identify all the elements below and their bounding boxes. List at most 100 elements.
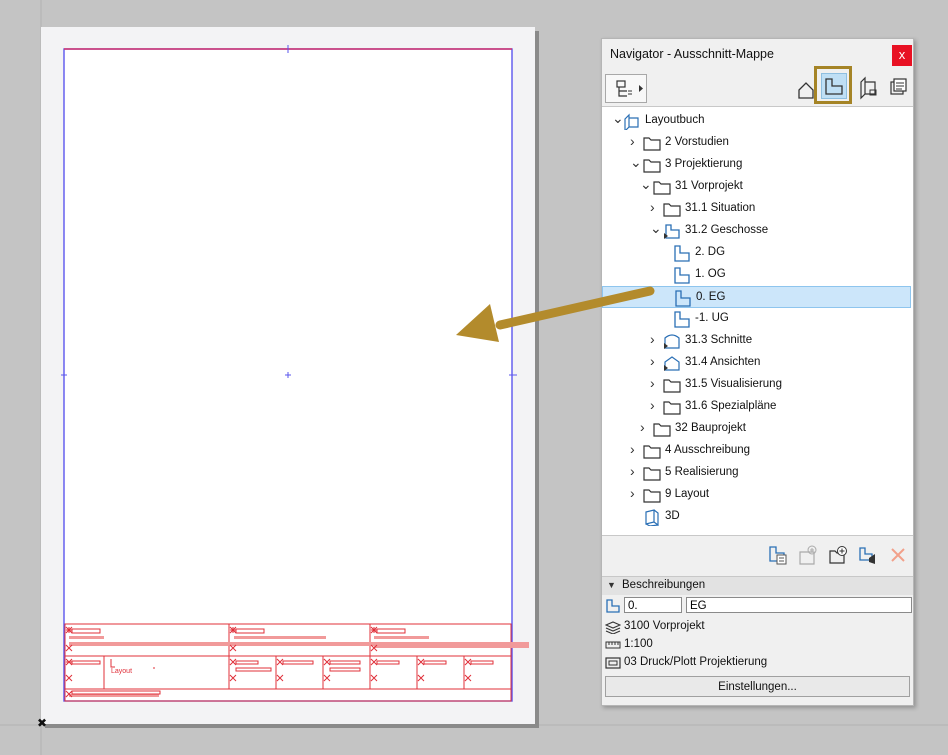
tree-item[interactable]: › 31.5 Visualisierung [602, 374, 911, 396]
tree-item[interactable]: -1. UG [602, 308, 911, 330]
tree-item-label: Layoutbuch [645, 114, 705, 126]
tree-item[interactable]: ⌄ 3 Projektierung [602, 154, 911, 176]
tree-item[interactable]: › 32 Bauprojekt [602, 418, 911, 440]
tree-item-label: 9 Layout [665, 488, 710, 500]
settings-button[interactable]: Einstellungen... [605, 676, 910, 697]
close-button[interactable]: x [892, 45, 912, 66]
navigator-tree[interactable]: ⌄ Layoutbuch › 2 Vorstudien ⌄ 3 Projektierung… [602, 106, 913, 536]
tree-item[interactable]: 2. DG [602, 242, 911, 264]
tree-item-label: 31.4 Ansichten [685, 356, 761, 368]
tree-item-label: 31.6 Spezialpläne [685, 400, 777, 412]
folder-icon [643, 489, 661, 503]
scale-value: 1:100 [624, 638, 653, 650]
new-folder-icon[interactable] [827, 544, 849, 566]
tree-item[interactable]: ⌄ 31.2 Geschosse [602, 220, 911, 242]
folder-icon [643, 445, 661, 459]
navigator-palette[interactable]: Navigator - Ausschnitt-Mappe x ⌄ Layoutb… [601, 38, 914, 706]
floorplan-icon [674, 311, 690, 328]
tree-item-label: 1. OG [695, 268, 726, 280]
tree-item[interactable]: › 31.3 Schnitte [602, 330, 911, 352]
floorplan-icon [675, 290, 691, 307]
tree-item[interactable]: › 31.1 Situation [602, 198, 911, 220]
folder-icon [643, 467, 661, 481]
tree-item[interactable]: ⌄ Layoutbuch [602, 110, 911, 132]
origin-marker: ✖ [37, 716, 48, 730]
layout-book-icon [624, 113, 639, 130]
delete-icon[interactable] [887, 544, 909, 566]
tree-item[interactable]: 0. EG [602, 286, 911, 308]
chevron-right-icon[interactable]: › [640, 419, 652, 435]
tree-item-label: -1. UG [695, 312, 729, 324]
layout-book-icon[interactable] [855, 74, 883, 102]
tree-item-label: 3D [665, 510, 680, 522]
new-view-icon[interactable] [767, 544, 789, 566]
tree-item-label: 32 Bauprojekt [675, 422, 746, 434]
tree-item[interactable]: ⌄ 31 Vorprojekt [602, 176, 911, 198]
tree-item[interactable]: 3D [602, 506, 911, 528]
view-name-field[interactable]: EG [686, 597, 912, 613]
view-id-name-row: 0. EG [602, 596, 913, 616]
chevron-down-icon[interactable]: ⌄ [630, 154, 642, 170]
chevron-right-icon[interactable]: › [650, 353, 662, 369]
chevron-right-icon[interactable]: › [630, 133, 642, 149]
navigator-toolbar [602, 66, 913, 105]
tree-item-label: 2 Vorstudien [665, 136, 729, 148]
chevron-right-icon[interactable]: › [650, 397, 662, 413]
view-id-field[interactable]: 0. [624, 597, 682, 613]
tree-item[interactable]: 1. OG [602, 264, 911, 286]
tree-item-label: 31.5 Visualisierung [685, 378, 782, 390]
stamp-label: Layout [111, 668, 132, 675]
pen-set-icon [605, 657, 621, 669]
chevron-right-icon[interactable]: › [630, 485, 642, 501]
tree-item-label: 4 Ausschreibung [665, 444, 751, 456]
tree-item[interactable]: › 31.6 Spezialpläne [602, 396, 911, 418]
chevron-right-icon[interactable]: › [650, 199, 662, 215]
folder-icon [663, 379, 681, 393]
description-header-label: Beschreibungen [622, 579, 706, 591]
pen-set-value: 03 Druck/Plott Projektierung [624, 656, 768, 668]
view-icon [606, 599, 620, 613]
chevron-right-icon[interactable]: › [630, 441, 642, 457]
folder-icon [663, 401, 681, 415]
ruler-icon [605, 641, 621, 649]
folder-icon [643, 137, 661, 151]
floorplan-icon [674, 267, 690, 284]
collapse-triangle-icon: ▼ [607, 580, 616, 590]
tree-item[interactable]: › 4 Ausschreibung [602, 440, 911, 462]
description-header[interactable]: ▼ Beschreibungen [602, 576, 913, 595]
tree-item-label: 31.2 Geschosse [685, 224, 769, 236]
chevron-down-icon[interactable]: ⌄ [650, 220, 662, 236]
tree-item[interactable]: › 31.4 Ansichten [602, 352, 911, 374]
tree-item[interactable]: › 2 Vorstudien [602, 132, 911, 154]
navigator-mode-dropdown[interactable] [605, 74, 647, 103]
tree-item[interactable]: › 9 Layout [602, 484, 911, 506]
tree-item-label: 2. DG [695, 246, 726, 258]
tree-item-label: 0. EG [696, 291, 726, 303]
chevron-right-icon[interactable]: › [650, 331, 662, 347]
clone-view-icon[interactable] [797, 544, 819, 566]
pen-set-row: 03 Druck/Plott Projektierung [602, 654, 913, 672]
navigator-actions [602, 536, 913, 574]
tree-item-label: 31 Vorprojekt [675, 180, 743, 192]
folder-icon [663, 203, 681, 217]
floorplan-folder-icon [664, 224, 680, 239]
scale-row: 1:100 [602, 636, 913, 654]
tree-mode-icon [616, 80, 643, 97]
folder-icon [643, 159, 661, 173]
view-settings-icon[interactable] [857, 544, 879, 566]
layout-drawing[interactable]: Layout [41, 27, 535, 724]
navigator-title: Navigator - Ausschnitt-Mappe [610, 47, 774, 61]
layers-icon [605, 621, 621, 634]
tree-item-label: 31.1 Situation [685, 202, 756, 214]
view-map-tab[interactable] [814, 66, 852, 104]
tree-item-label: 3 Projektierung [665, 158, 743, 170]
chevron-right-icon[interactable]: › [630, 463, 642, 479]
chevron-down-icon[interactable]: ⌄ [640, 176, 652, 192]
publisher-icon[interactable] [885, 74, 913, 102]
view-map-icon [825, 78, 843, 95]
tree-item-label: 5 Realisierung [665, 466, 739, 478]
chevron-right-icon[interactable]: › [650, 375, 662, 391]
elevation-folder-icon [664, 356, 680, 371]
tree-item-label: 31.3 Schnitte [685, 334, 753, 346]
tree-item[interactable]: › 5 Realisierung [602, 462, 911, 484]
